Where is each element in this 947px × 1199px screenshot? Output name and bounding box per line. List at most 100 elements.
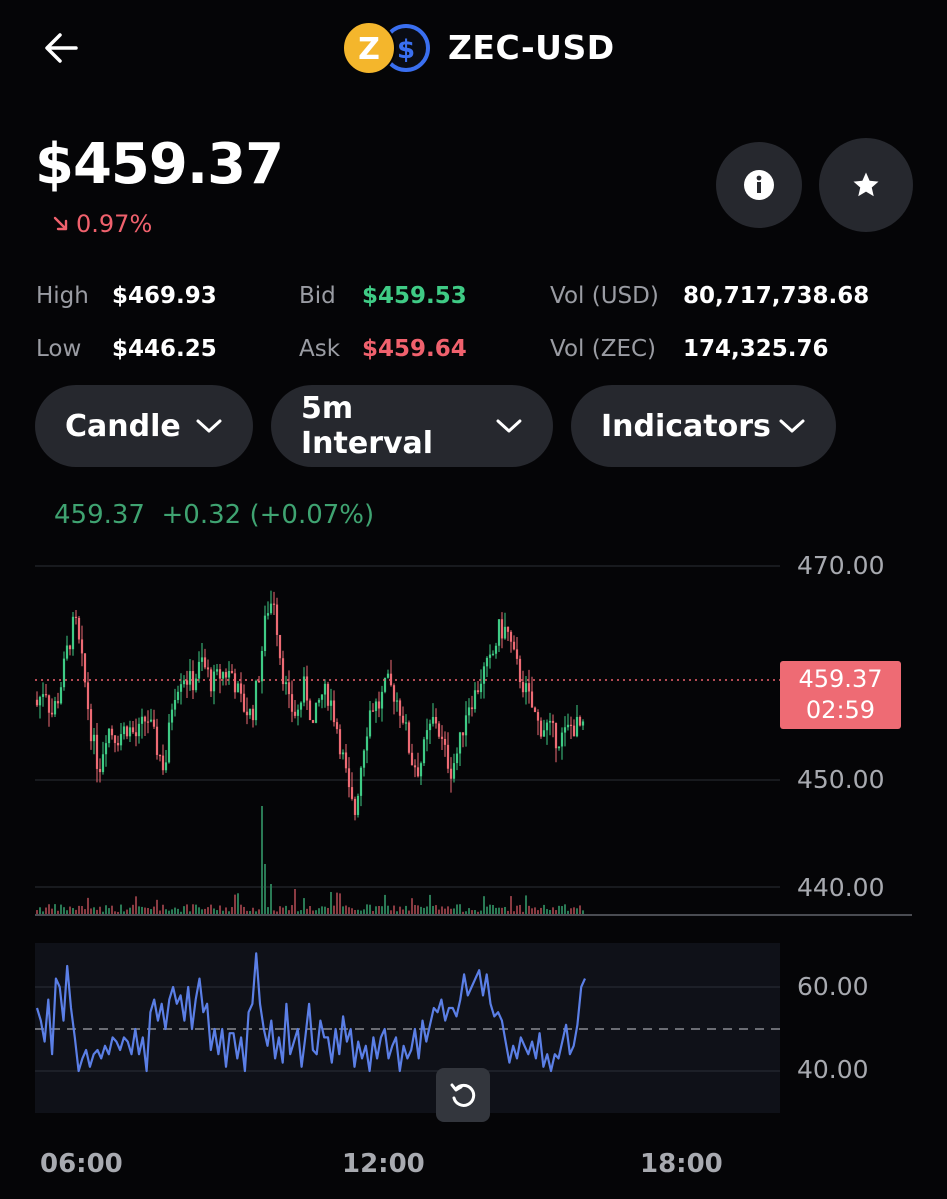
volume-bar [234,894,236,914]
volume-bar [90,908,92,914]
candle-body [467,707,471,716]
volume-bar [555,910,557,914]
volume-bar [426,906,428,914]
candle-body [41,694,45,697]
candle-body [326,683,330,706]
candle-body [347,768,351,788]
volume-bar [513,911,515,914]
volume-bar [537,910,539,914]
volume-bar [348,907,350,914]
candle-body [263,615,267,651]
candle-body [119,734,123,746]
candle-body [296,709,300,716]
volume-bar [51,908,53,914]
volume-bar [186,904,188,914]
volume-bar [483,896,485,914]
volume-bar [447,906,449,914]
candle-body [341,752,345,755]
candle-body [50,712,54,715]
candle-body [128,727,132,737]
candle-body [257,680,261,683]
volume-bar [120,904,122,914]
volume-bar [525,895,527,914]
volume-bar [252,907,254,914]
volume-bar [246,910,248,914]
volume-bar [510,896,512,914]
candle-body [554,722,558,749]
candle-body [338,729,342,755]
candle-body [494,645,498,654]
candle-body [530,691,534,708]
volume-bar [111,905,113,914]
volume-bar [492,905,494,914]
volume-bar [81,906,83,914]
candle-body [431,716,435,724]
back-button[interactable] [40,26,84,70]
ohlc-readout: 459.37 +0.32 (+0.07%) [54,500,374,530]
candle-body [398,700,402,716]
volume-bar [387,905,389,914]
candle-body [254,680,258,721]
volume-bar [432,905,434,914]
reset-chart-button[interactable] [436,1068,490,1122]
volume-bar [54,904,56,914]
candle-body [71,616,75,650]
candle-body [548,720,552,723]
volume-bar [576,908,578,914]
chart-type-dropdown[interactable]: Candle [35,385,253,467]
candle-body [80,639,84,654]
volume-bar [282,907,284,914]
volume-bar [456,904,458,914]
time-tick-1200: 12:00 [342,1149,425,1179]
chart-type-label: Candle [65,408,181,444]
candle-body [311,720,315,723]
candle-body [38,696,42,706]
volume-bar [168,910,170,914]
volume-bar [402,909,404,914]
candle-body [473,690,477,710]
candle-body [113,735,117,743]
candle-body [137,723,141,737]
candle-body [488,654,492,658]
indicators-dropdown[interactable]: Indicators [571,385,836,467]
volume-bar [195,904,197,914]
volume-bar [102,911,104,914]
price-chart[interactable] [0,540,947,1140]
candle-body [377,701,381,709]
volume-bar [174,907,176,914]
volume-bar [354,909,356,914]
candle-body [95,734,99,769]
candle-body [245,711,249,716]
volume-bar [564,904,566,914]
interval-dropdown[interactable]: 5m Interval [271,385,553,467]
volume-bar [561,906,563,914]
volume-bar [471,910,473,914]
candle-body [428,723,432,731]
volume-bar [390,910,392,914]
info-button[interactable] [716,142,802,228]
volume-bar [339,893,341,914]
low-value: $446.25 [112,336,217,362]
volume-bar [417,905,419,914]
price-tag-countdown: 02:59 [805,696,876,724]
candle-body [83,653,87,683]
candle-body [392,685,396,702]
candle-body [404,722,408,724]
candle-body [122,726,126,735]
candle-body [284,682,288,685]
candle-body [560,732,564,747]
candle-body [491,653,495,655]
candle-body [293,711,297,716]
volume-bar [534,907,536,914]
volume-bar [342,906,344,914]
candle-body [518,658,522,683]
candle-body [212,671,216,692]
volume-bar [399,906,401,914]
volume-bar [441,906,443,914]
candle-body [470,707,474,710]
candle-body [437,723,441,737]
candle-body [104,743,108,755]
candle-body [314,702,318,723]
favorite-button[interactable] [819,138,913,232]
readout-change: +0.32 [161,500,242,530]
